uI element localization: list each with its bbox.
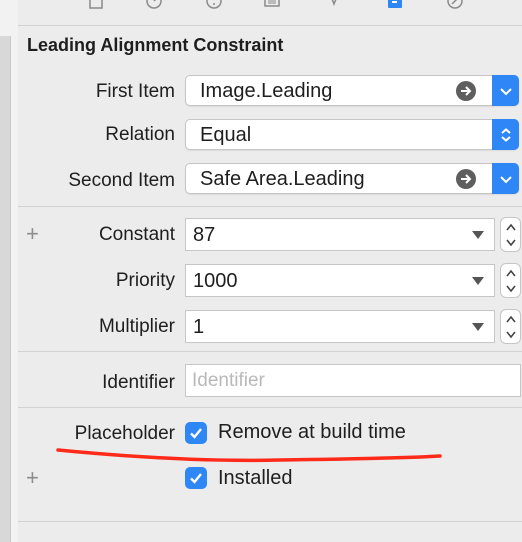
red-annotation-underline [56, 448, 442, 463]
checkmark-icon [190, 473, 202, 484]
add-variation-plus-icon[interactable]: + [26, 465, 39, 491]
divider [18, 521, 522, 522]
installed-checkbox[interactable] [185, 467, 207, 489]
installed-label[interactable]: Installed [218, 467, 293, 490]
